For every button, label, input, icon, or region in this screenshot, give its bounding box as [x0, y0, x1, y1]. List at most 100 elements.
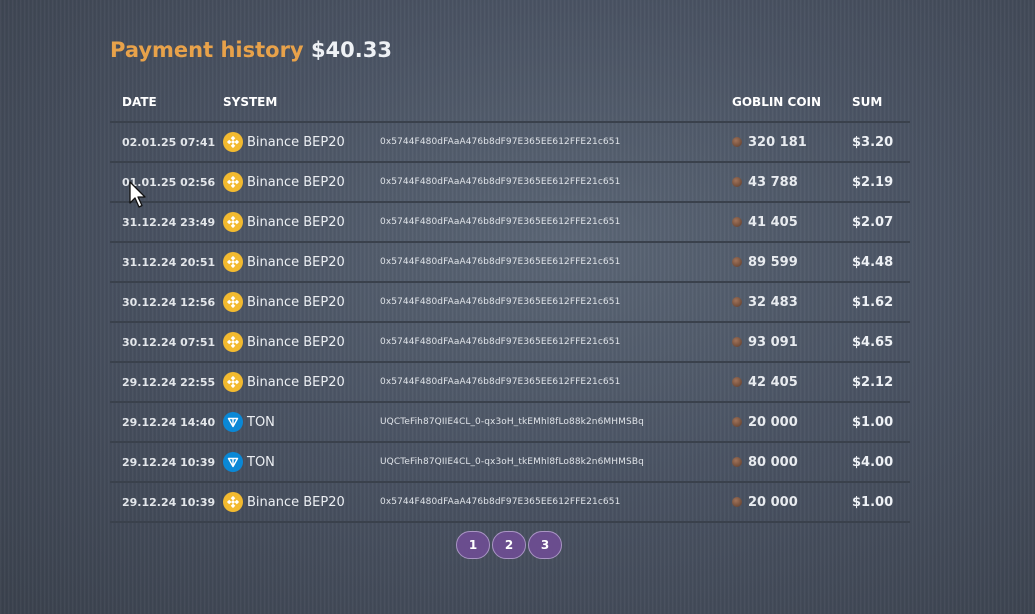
row-address: 0x5744F480dFAaA476b8dF97E365EE612FFE21c6…	[380, 177, 621, 187]
row-goblin-coin-value: 80 000	[748, 454, 798, 470]
row-address: 0x5744F480dFAaA476b8dF97E365EE612FFE21c6…	[380, 257, 621, 267]
row-system-label: Binance BEP20	[247, 254, 345, 270]
table-row: 01.01.25 02:56 Binance BEP20 0x5744F480dFA…	[110, 163, 910, 203]
row-sum: $4.48	[852, 254, 894, 270]
binance-icon	[223, 292, 243, 312]
row-sum: $4.65	[852, 334, 894, 350]
row-system: Binance BEP20	[223, 252, 380, 272]
goblin-coin-icon	[732, 497, 742, 507]
row-goblin-coin-value: 42 405	[748, 374, 798, 390]
row-system: TON	[223, 452, 380, 472]
table-row: 02.01.25 07:41 Binance BEP20 0x5744F480dFA…	[110, 123, 910, 163]
ton-icon	[223, 412, 243, 432]
column-header-goblin-coin: GOBLIN COIN	[732, 95, 822, 109]
row-system: Binance BEP20	[223, 132, 380, 152]
row-system: Binance BEP20	[223, 172, 380, 192]
row-goblin-coin: 20 000	[732, 415, 852, 430]
row-goblin-coin: 80 000	[732, 455, 852, 470]
row-date: 30.12.24 07:51	[122, 335, 216, 349]
row-sum: $2.07	[852, 214, 894, 230]
row-goblin-coin: 89 599	[732, 255, 852, 270]
table-header: DATE SYSTEM GOBLIN COIN SUM	[110, 83, 910, 123]
column-header-sum: SUM	[852, 95, 883, 109]
row-goblin-coin-value: 89 599	[748, 254, 798, 270]
row-date: 29.12.24 10:39	[122, 495, 216, 509]
row-goblin-coin-value: 20 000	[748, 414, 798, 430]
row-system: Binance BEP20	[223, 292, 380, 312]
row-goblin-coin: 93 091	[732, 335, 852, 350]
page-button-2[interactable]: 2	[492, 531, 526, 559]
row-address: 0x5744F480dFAaA476b8dF97E365EE612FFE21c6…	[380, 297, 621, 307]
row-goblin-coin-value: 43 788	[748, 174, 798, 190]
page-button-3[interactable]: 3	[528, 531, 562, 559]
row-system-label: Binance BEP20	[247, 294, 345, 310]
row-system-label: Binance BEP20	[247, 374, 345, 390]
table-row: 29.12.24 10:39 Binance BEP20 0x5744F480dFA…	[110, 483, 910, 523]
pagination: 123	[456, 531, 562, 559]
row-system: Binance BEP20	[223, 372, 380, 392]
goblin-coin-icon	[732, 377, 742, 387]
row-address: UQCTeFih87QIIE4CL_0-qx3oH_tkEMhl8fLo88k2…	[380, 417, 644, 427]
row-goblin-coin: 320 181	[732, 135, 852, 150]
row-system: Binance BEP20	[223, 492, 380, 512]
row-system-label: TON	[247, 454, 275, 470]
row-address: 0x5744F480dFAaA476b8dF97E365EE612FFE21c6…	[380, 497, 621, 507]
row-goblin-coin-value: 41 405	[748, 214, 798, 230]
row-sum: $3.20	[852, 134, 894, 150]
goblin-coin-icon	[732, 337, 742, 347]
row-date: 29.12.24 14:40	[122, 415, 216, 429]
binance-icon	[223, 332, 243, 352]
table-row: 29.12.24 10:39 TON UQCTeFih87QIIE4CL_0-qx3…	[110, 443, 910, 483]
row-address: 0x5744F480dFAaA476b8dF97E365EE612FFE21c6…	[380, 377, 621, 387]
row-date: 31.12.24 20:51	[122, 255, 216, 269]
row-goblin-coin: 43 788	[732, 175, 852, 190]
binance-icon	[223, 492, 243, 512]
binance-icon	[223, 132, 243, 152]
table-row: 31.12.24 20:51 Binance BEP20 0x5744F480dFA…	[110, 243, 910, 283]
row-goblin-coin: 20 000	[732, 495, 852, 510]
goblin-coin-icon	[732, 217, 742, 227]
page-title: Payment history $40.33	[110, 36, 910, 64]
total-amount: $40.33	[310, 38, 392, 62]
goblin-coin-icon	[732, 257, 742, 267]
row-date: 01.01.25 02:56	[122, 175, 216, 189]
table-row: 29.12.24 22:55 Binance BEP20 0x5744F480dFA…	[110, 363, 910, 403]
mouse-cursor-icon	[129, 181, 146, 208]
row-system-label: Binance BEP20	[247, 334, 345, 350]
row-system-label: Binance BEP20	[247, 214, 345, 230]
row-sum: $1.62	[852, 294, 894, 310]
row-sum: $1.00	[852, 414, 894, 430]
row-date: 31.12.24 23:49	[122, 215, 216, 229]
row-date: 02.01.25 07:41	[122, 135, 216, 149]
row-goblin-coin-value: 32 483	[748, 294, 798, 310]
row-date: 29.12.24 22:55	[122, 375, 216, 389]
goblin-coin-icon	[732, 457, 742, 467]
table-row: 29.12.24 14:40 TON UQCTeFih87QIIE4CL_0-qx3…	[110, 403, 910, 443]
payment-history-panel: Payment history $40.33 DATE SYSTEM GOBLI…	[110, 36, 910, 523]
table-row: 30.12.24 07:51 Binance BEP20 0x5744F480dFA…	[110, 323, 910, 363]
page-title-text: Payment history	[110, 38, 304, 62]
binance-icon	[223, 212, 243, 232]
row-system: Binance BEP20	[223, 212, 380, 232]
goblin-coin-icon	[732, 177, 742, 187]
row-goblin-coin-value: 93 091	[748, 334, 798, 350]
binance-icon	[223, 172, 243, 192]
row-system: Binance BEP20	[223, 332, 380, 352]
table-body: 02.01.25 07:41 Binance BEP20 0x5744F480dFA…	[110, 123, 910, 523]
row-goblin-coin-value: 320 181	[748, 134, 807, 150]
row-sum: $1.00	[852, 494, 894, 510]
row-date: 30.12.24 12:56	[122, 295, 216, 309]
page-button-1[interactable]: 1	[456, 531, 490, 559]
row-sum: $2.19	[852, 174, 894, 190]
row-system: TON	[223, 412, 380, 432]
row-system-label: TON	[247, 414, 275, 430]
row-goblin-coin: 42 405	[732, 375, 852, 390]
binance-icon	[223, 372, 243, 392]
row-sum: $4.00	[852, 454, 894, 470]
ton-icon	[223, 452, 243, 472]
row-system-label: Binance BEP20	[247, 134, 345, 150]
binance-icon	[223, 252, 243, 272]
table-row: 31.12.24 23:49 Binance BEP20 0x5744F480dFA…	[110, 203, 910, 243]
row-system-label: Binance BEP20	[247, 494, 345, 510]
row-address: 0x5744F480dFAaA476b8dF97E365EE612FFE21c6…	[380, 137, 621, 147]
